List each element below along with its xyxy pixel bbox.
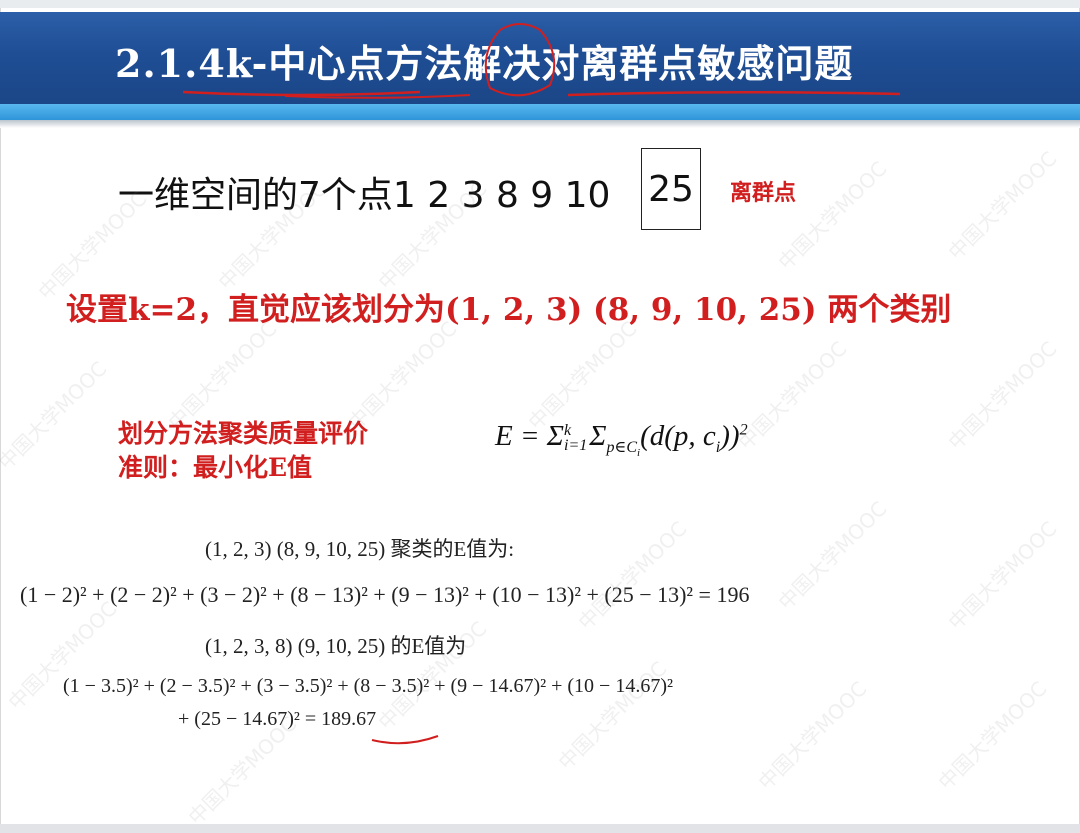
formula-lhs: E = Σ <box>495 420 565 452</box>
formula-sum1-sub: i=1 <box>564 437 588 455</box>
watermark: 中国大学MOOC <box>753 676 872 795</box>
formula-body: (d(p, c <box>640 420 716 452</box>
calc2-heading: (1, 2, 3, 8) (9, 10, 25) 的E值为 <box>205 634 467 658</box>
watermark: 中国大学MOOC <box>943 336 1062 455</box>
criterion-line-1: 划分方法聚类质量评价 <box>118 419 369 448</box>
watermark: 中国大学MOOC <box>943 516 1062 635</box>
result-underline-mark <box>371 735 439 745</box>
watermark: 中国大学MOOC <box>343 316 462 435</box>
formula-sum1-sup: k <box>564 422 572 440</box>
slide: 2.1.4k-中心点方法解决对离群点敏感问题 一维空间的7个点1 2 3 8 9… <box>0 0 1080 833</box>
title-shadow <box>0 120 1080 128</box>
top-edge <box>0 0 1080 8</box>
bottom-edge <box>0 824 1080 833</box>
formula-sum2-sub: p∈C <box>606 438 638 456</box>
watermark: 中国大学MOOC <box>773 156 892 275</box>
watermark: 中国大学MOOC <box>553 656 672 775</box>
watermark: 中国大学MOOC <box>573 516 692 635</box>
watermark: 中国大学MOOC <box>733 336 852 455</box>
outlier-box: 25 <box>641 148 701 230</box>
watermark: 中国大学MOOC <box>0 356 112 475</box>
formula-sum2: Σ <box>589 420 607 452</box>
slide-title: 2.1.4k-中心点方法解决对离群点敏感问题 <box>115 41 854 86</box>
points-line: 一维空间的7个点1 2 3 8 9 10 <box>118 175 611 216</box>
outlier-label: 离群点 <box>730 180 797 206</box>
title-accent-stripe <box>0 104 1080 120</box>
criterion-line-2: 准则：最小化E值 <box>118 453 313 482</box>
criterion-text: 划分方法聚类质量评价 准则：最小化E值 <box>118 417 368 485</box>
watermark: 中国大学MOOC <box>943 146 1062 265</box>
watermark: 中国大学MOOC <box>523 316 642 435</box>
watermark: 中国大学MOOC <box>933 676 1052 795</box>
watermark: 中国大学MOOC <box>773 496 892 615</box>
clustering-intuition: 设置k=2，直觉应该划分为(1, 2, 3) (8, 9, 10, 25) 两个… <box>66 292 952 328</box>
calc1-heading: (1, 2, 3) (8, 9, 10, 25) 聚类的E值为: <box>205 537 515 561</box>
calc2-line-1: (1 − 3.5)² + (2 − 3.5)² + (3 − 3.5)² + (… <box>63 675 673 697</box>
